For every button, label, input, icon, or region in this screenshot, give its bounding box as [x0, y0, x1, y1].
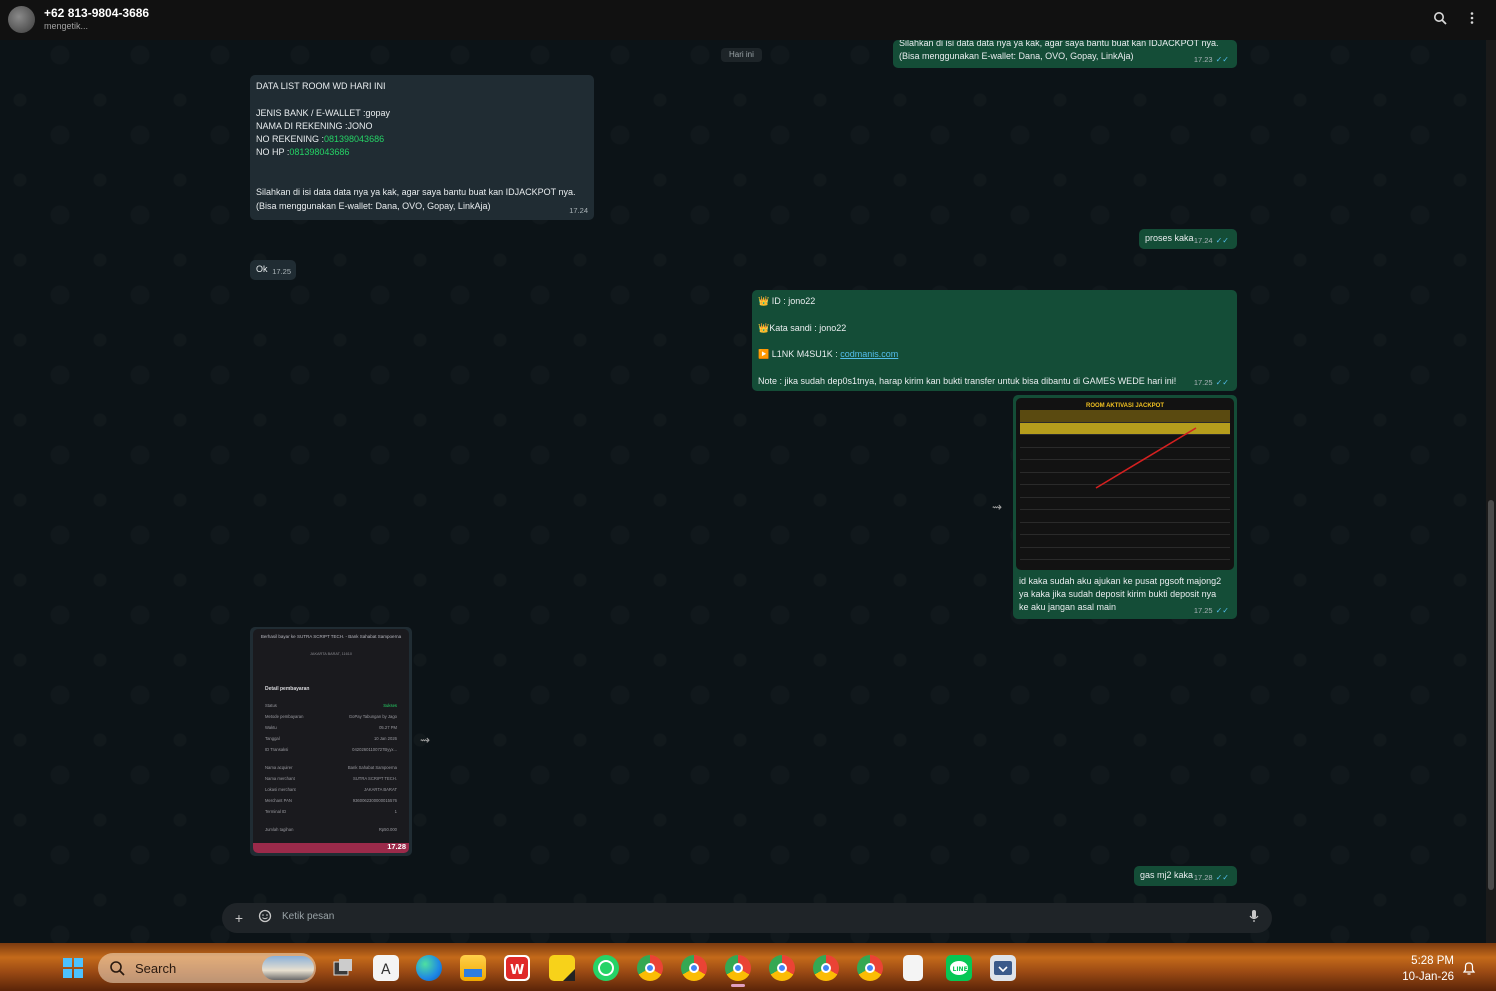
- message-text: ▶️ L1NK M4SU1K : codmanis.com: [758, 349, 899, 360]
- file-explorer-icon[interactable]: [460, 955, 486, 981]
- clock-time: 5:28 PM: [1411, 955, 1454, 967]
- clock-date: 10-Jan-26: [1402, 971, 1454, 983]
- message-text: (Bisa menggunakan E-wallet: Dana, OVO, G…: [256, 200, 491, 211]
- message-time: 17.25 ✓✓: [1193, 377, 1229, 387]
- read-ticks-icon: ✓✓: [1215, 54, 1229, 64]
- message-text: Silahkan di isi data data nya ya kak, ag…: [899, 40, 1219, 48]
- scrollbar-thumb[interactable]: [1488, 500, 1494, 890]
- message-time: 17.25 ✓✓: [1193, 605, 1229, 615]
- message-time: 17.24: [569, 205, 588, 215]
- message-text: 👑 ID : jono22: [758, 296, 816, 306]
- message-input[interactable]: Ketik pesan: [282, 911, 334, 922]
- active-app-indicator: [731, 984, 745, 987]
- read-ticks-icon: ✓✓: [1215, 872, 1229, 882]
- message-text: DATA LIST ROOM WD HARI INI: [256, 81, 386, 91]
- avatar[interactable]: [8, 6, 35, 33]
- message-text: gas mj2 kaka: [1140, 870, 1194, 880]
- receipt-footer-bar: [253, 843, 409, 853]
- date-separator: Hari ini: [721, 48, 762, 62]
- chat-background: [0, 0, 1496, 943]
- message-bubble-outgoing[interactable]: proses kaka 17.24 ✓✓: [1139, 229, 1237, 249]
- line-icon[interactable]: LINE: [946, 955, 972, 981]
- search-icon: [109, 960, 125, 981]
- message-text: proses kaka: [1145, 233, 1194, 243]
- contact-status: mengetik...: [44, 21, 89, 31]
- sticker-icon[interactable]: [256, 909, 274, 927]
- phone-link[interactable]: 081398043686: [324, 134, 384, 144]
- message-text: Silahkan di isi data data nya ya kak, ag…: [256, 187, 576, 198]
- chrome-icon[interactable]: [769, 955, 795, 981]
- message-time: 17.25: [272, 266, 291, 276]
- message-bubble-outgoing[interactable]: 👑 ID : jono22 👑Kata sandi : jono22 ▶️ L1…: [752, 290, 1237, 391]
- wps-icon[interactable]: W: [504, 955, 530, 981]
- message-text: id kaka sudah aku ajukan ke pusat pgsoft…: [1019, 576, 1222, 586]
- file-icon[interactable]: [903, 955, 923, 981]
- message-time: 17.24 ✓✓: [1193, 235, 1229, 245]
- receipt-merchant: Berhasil bayar ke SUTRA SCRIPT TECH. - B…: [260, 634, 402, 639]
- message-time: 17.23 ✓✓: [1193, 54, 1229, 64]
- task-view-icon[interactable]: [330, 955, 356, 981]
- windows-start-icon[interactable]: [60, 955, 86, 981]
- microphone-icon[interactable]: [1245, 909, 1263, 927]
- message-text: Ok: [256, 264, 268, 274]
- message-text: ya kaka jika sudah deposit kirim bukti d…: [1019, 589, 1217, 599]
- message-composer[interactable]: + Ketik pesan: [222, 903, 1272, 933]
- jackpot-table-image[interactable]: ROOM AKTIVASI JACKPOT: [1016, 398, 1234, 570]
- message-text: 👑Kata sandi : jono22: [758, 322, 847, 333]
- sticky-notes-icon[interactable]: [549, 955, 575, 981]
- forward-icon[interactable]: ⇝: [992, 500, 1002, 514]
- message-bubble-incoming[interactable]: Berhasil bayar ke SUTRA SCRIPT TECH. - B…: [250, 627, 412, 856]
- read-ticks-icon: ✓✓: [1215, 605, 1229, 615]
- message-bubble-incoming[interactable]: Ok 17.25: [250, 260, 296, 280]
- message-text: JENIS BANK / E-WALLET :gopay: [256, 107, 391, 118]
- contact-name[interactable]: +62 813-9804-3686: [44, 6, 149, 20]
- taskbar-clock[interactable]: 5:28 PM 10-Jan-26: [1400, 953, 1454, 985]
- notification-bell-icon[interactable]: [1461, 960, 1477, 981]
- plus-icon[interactable]: +: [230, 909, 248, 927]
- message-bubble-outgoing[interactable]: Silahkan di isi data data nya ya kak, ag…: [893, 40, 1237, 68]
- message-bubble-incoming[interactable]: DATA LIST ROOM WD HARI INI JENIS BANK / …: [250, 75, 594, 220]
- svg-text:A: A: [381, 962, 391, 978]
- message-bubble-outgoing[interactable]: ROOM AKTIVASI JACKPOT id kaka sudah aku …: [1013, 395, 1237, 619]
- phone-link[interactable]: 081398043686: [289, 147, 349, 157]
- message-text: NO REKENING :081398043686: [256, 134, 385, 145]
- receipt-location: JAKARTA BARAT, 11610: [310, 652, 352, 656]
- chat-header: +62 813-9804-3686 mengetik...: [0, 0, 1496, 40]
- arrow-annotation-icon: [1095, 427, 1197, 489]
- svg-text:LINE: LINE: [953, 966, 968, 973]
- message-bubble-outgoing[interactable]: gas mj2 kaka 17.28 ✓✓: [1134, 866, 1237, 886]
- chrome-icon[interactable]: [681, 955, 707, 981]
- message-time: 17.28 ✓✓: [1193, 872, 1229, 882]
- message-text: NAMA DI REKENING :JONO: [256, 120, 373, 131]
- message-text: Note : jika sudah dep0s1tnya, harap kiri…: [758, 375, 1177, 386]
- search-icon[interactable]: [1430, 10, 1450, 30]
- chrome-icon[interactable]: [725, 955, 751, 981]
- message-text: NO HP :081398043686: [256, 147, 350, 158]
- search-highlight-image[interactable]: [262, 956, 314, 980]
- website-link[interactable]: codmanis.com: [840, 349, 898, 359]
- forward-icon[interactable]: ⇝: [420, 733, 430, 747]
- whatsapp-icon[interactable]: [593, 955, 619, 981]
- taskbar-search-label: Search: [135, 961, 177, 976]
- receipt-heading: Detail pembayaran: [265, 686, 310, 692]
- message-text: (Bisa menggunakan E-wallet: Dana, OVO, G…: [899, 51, 1134, 62]
- message-time: 17.28: [387, 841, 406, 851]
- more-vertical-icon[interactable]: [1462, 10, 1482, 30]
- receipt-details: Status Sukses Metode pembayaran GoPay Tabu…: [265, 703, 397, 832]
- chrome-icon[interactable]: [637, 955, 663, 981]
- edge-icon[interactable]: [416, 955, 442, 981]
- read-ticks-icon: ✓✓: [1215, 377, 1229, 387]
- payment-receipt-image[interactable]: Berhasil bayar ke SUTRA SCRIPT TECH. - B…: [253, 629, 409, 853]
- read-ticks-icon: ✓✓: [1215, 235, 1229, 245]
- chrome-icon[interactable]: [857, 955, 883, 981]
- app-icon[interactable]: [990, 955, 1016, 981]
- notepad-icon[interactable]: A: [373, 955, 399, 981]
- message-text: ke aku jangan asal main: [1019, 602, 1117, 612]
- svg-text:W: W: [510, 963, 524, 978]
- chrome-icon[interactable]: [813, 955, 839, 981]
